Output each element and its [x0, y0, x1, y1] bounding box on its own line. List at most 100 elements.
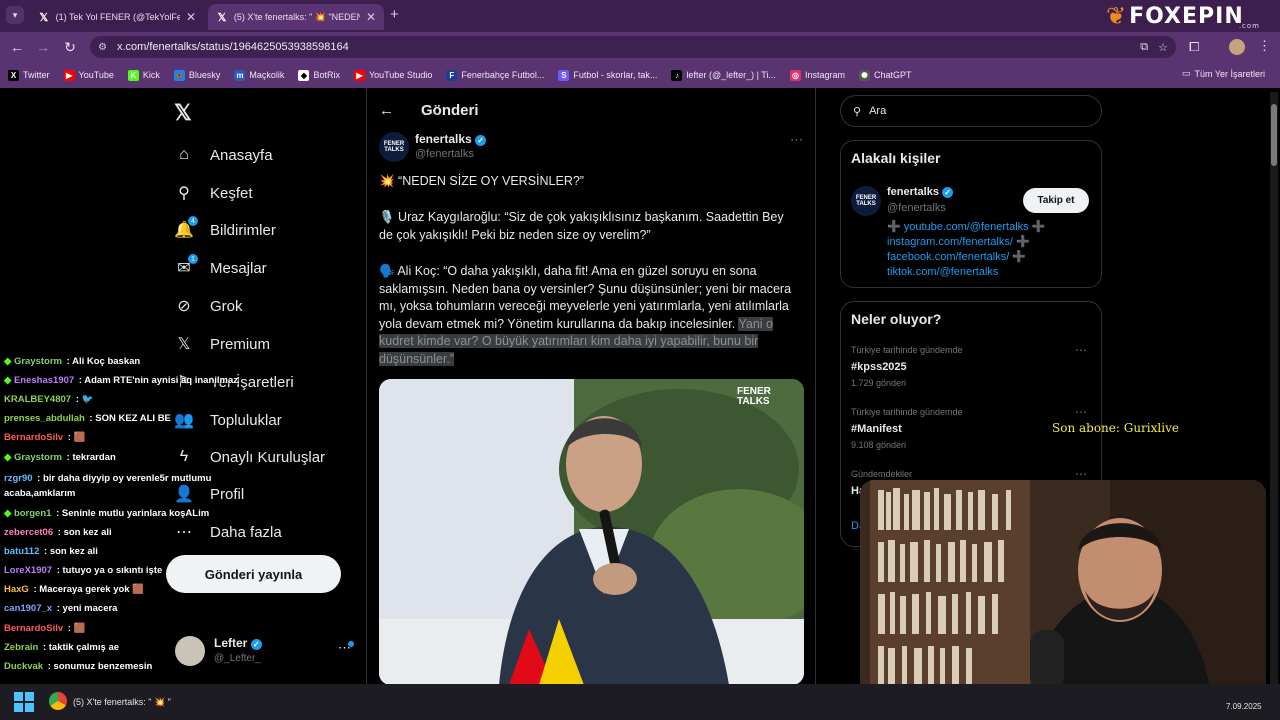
forward-button[interactable]: → [34, 39, 52, 55]
profile-avatar-icon[interactable] [1229, 39, 1245, 55]
bookmark-item[interactable]: ✺ ChatGPT [858, 69, 911, 81]
bookmark-item[interactable]: X Twitter [8, 69, 50, 81]
trend-name[interactable]: #kpss2025 [851, 361, 907, 373]
search-icon: ⚲ [178, 185, 190, 202]
bio-link[interactable]: ➕ youtube.com/@fenertalks ➕ [887, 220, 1045, 235]
author-name[interactable]: fenertalks ✓ [415, 132, 487, 146]
sidebar-item-grok[interactable]: ⊘ Grok [174, 294, 243, 318]
sidebar-item-lightning[interactable]: ϟ Onaylı Kuruluşlar [174, 445, 325, 469]
back-arrow-icon[interactable]: ← [379, 102, 394, 119]
sidebar-item-more-circle[interactable]: ⋯ Daha fazla [174, 520, 282, 544]
bookmark-item[interactable]: m Maçkolik [234, 69, 284, 81]
chat-username: rzgr90 [4, 473, 33, 484]
bio-link[interactable]: facebook.com/fenertalks/ ➕ [887, 250, 1045, 265]
bookmark-favicon-icon: ▶ [353, 69, 365, 81]
sidebar-item-label: Grok [210, 297, 243, 315]
chrome-taskbar-icon[interactable] [49, 692, 67, 710]
trend-name[interactable]: #Manifest [851, 423, 902, 435]
subscriber-badge-icon: ◆ [4, 356, 14, 367]
chat-separator: : [40, 642, 49, 653]
chat-text: sonumuz benzemesin [53, 661, 153, 672]
browser-tab-2[interactable]: 𝕏 (5) X'te fenertalks: " 💥 "NEDEN ✕ [208, 4, 384, 30]
follow-button[interactable]: Takip et [1023, 188, 1089, 213]
chat-message: BernardoSilv : 🟫 [4, 623, 85, 634]
bio-link[interactable]: tiktok.com/@fenertalks [887, 265, 1045, 280]
site-info-icon[interactable]: ⚙ [98, 42, 107, 53]
scrollbar-thumb[interactable] [1271, 104, 1277, 166]
foxepin-logo: ❦ FOXEPIN .com [1106, 2, 1266, 30]
bookmark-item[interactable]: ▶ YouTube Studio [353, 69, 432, 81]
bookmark-item[interactable]: 🦋 Bluesky [173, 69, 220, 81]
bio-link[interactable]: instagram.com/fenertalks/ ➕ [887, 235, 1045, 250]
chat-text: 🟫 [73, 432, 86, 443]
trend-more-icon[interactable]: ⋯ [1075, 343, 1087, 357]
bookmark-favicon-icon: S [558, 69, 570, 81]
x-logo-icon[interactable]: 𝕏 [174, 100, 192, 126]
author-handle[interactable]: @fenertalks [415, 148, 474, 160]
x-premium-icon: 𝕏 [177, 336, 191, 353]
all-bookmarks-label: Tüm Yer İşaretleri [1194, 68, 1266, 79]
subscriber-badge-icon: ◆ [4, 508, 14, 519]
bookmark-item[interactable]: ◎ Instagram [789, 69, 845, 81]
windows-start-icon[interactable] [14, 692, 34, 712]
trend-count: 9.108 gönderi [851, 440, 907, 450]
bookmark-item[interactable]: K Kick [127, 69, 160, 81]
star-bookmark-icon[interactable]: ☆ [1158, 41, 1168, 54]
bookmark-item[interactable]: ♪ lefter (@_lefter_) | Ti... [671, 69, 776, 81]
subscriber-badge-icon: ◆ [4, 452, 14, 463]
bookmark-label: lefter (@_lefter_) | Ti... [686, 70, 776, 80]
chat-text: 🐦 [81, 394, 94, 405]
related-name[interactable]: fenertalks ✓ [887, 186, 954, 198]
sidebar-item-label: Topluluklar [210, 411, 282, 429]
post-button[interactable]: Gönderi yayınla [166, 555, 341, 593]
chat-message: LoreX1907 : tutuyo ya o sıkıntı işte [4, 565, 162, 576]
bookmark-item[interactable]: S Futbol - skorlar, tak... [558, 69, 657, 81]
sidebar-item-home[interactable]: ⌂ Anasayfa [174, 143, 273, 167]
new-tab-button[interactable]: + [390, 6, 399, 23]
logo-text: FOXEPIN [1129, 3, 1244, 29]
chat-username: Graystorm [13, 356, 63, 367]
trends-title: Neler oluyor? [851, 311, 942, 327]
chat-username: Graystorm [13, 452, 63, 463]
sidebar-item-search[interactable]: ⚲ Keşfet [174, 181, 252, 205]
close-tab-icon[interactable]: ✕ [366, 10, 376, 24]
bookmark-item[interactable]: ◆ BotRix [298, 69, 340, 81]
chat-message: zebercet06 : son kez ali [4, 527, 112, 538]
install-app-icon[interactable]: ⧉ [1140, 41, 1148, 54]
author-avatar[interactable]: FENER TALKS [379, 132, 409, 162]
back-button[interactable]: ← [8, 39, 26, 55]
page-scrollbar[interactable] [1270, 92, 1278, 684]
sidebar-item-x-premium[interactable]: 𝕏 Premium [174, 332, 270, 356]
bookmark-item[interactable]: ▶ YouTube [63, 69, 114, 81]
extensions-icon[interactable]: ⧠ [1189, 39, 1199, 55]
trend-category: Türkiye tarihinde gündemde [851, 345, 963, 355]
close-tab-icon[interactable]: ✕ [186, 10, 196, 24]
bookmark-favicon-icon: m [234, 69, 246, 81]
tweet-more-icon[interactable]: ⋯ [790, 132, 803, 148]
bookmark-favicon-icon: ♪ [671, 69, 683, 81]
tab-list-button[interactable]: ▾ [6, 6, 24, 24]
all-bookmarks[interactable]: ▭ Tüm Yer İşaretleri [1182, 68, 1265, 79]
chat-text: son kez ali [63, 527, 112, 538]
sidebar-item-mail[interactable]: ✉ 1 Mesajlar [174, 254, 267, 280]
sidebar-item-label: Premium [210, 335, 271, 353]
bookmark-item[interactable]: F Fenerbahçe Futbol... [446, 69, 544, 81]
chat-username: can1907_x [4, 603, 53, 614]
address-bar[interactable]: ⚙ x.com/fenertalks/status/19646250539385… [90, 36, 1176, 58]
trend-more-icon[interactable]: ⋯ [1075, 405, 1087, 419]
taskbar-window-title[interactable]: (5) X'te fenertalks: " 💥 " [73, 697, 171, 708]
reload-button[interactable]: ↻ [61, 39, 79, 56]
bell-icon: 🔔 4 [174, 216, 198, 240]
browser-menu-icon[interactable]: ⋮ [1258, 38, 1271, 54]
related-avatar[interactable]: FENER TALKS [851, 186, 881, 216]
sidebar-item-label: Onaylı Kuruluşlar [210, 448, 326, 466]
taskbar-date: 7.09.2025 [1226, 702, 1262, 711]
sidebar-item-label: Anasayfa [210, 146, 273, 164]
search-input[interactable]: ⚲ Ara [840, 95, 1102, 127]
account-avatar[interactable] [175, 636, 205, 666]
sidebar-item-bell[interactable]: 🔔 4 Bildirimler [174, 216, 276, 242]
trend-more-icon[interactable]: ⋯ [1075, 467, 1087, 481]
sidebar-item-communities[interactable]: 👥 Topluluklar [174, 408, 282, 432]
tweet-media[interactable]: FENER TALKS [379, 379, 804, 685]
browser-tab-1[interactable]: 𝕏 (1) Tek Yol FENER (@TekYolFene ✕ [30, 4, 204, 30]
